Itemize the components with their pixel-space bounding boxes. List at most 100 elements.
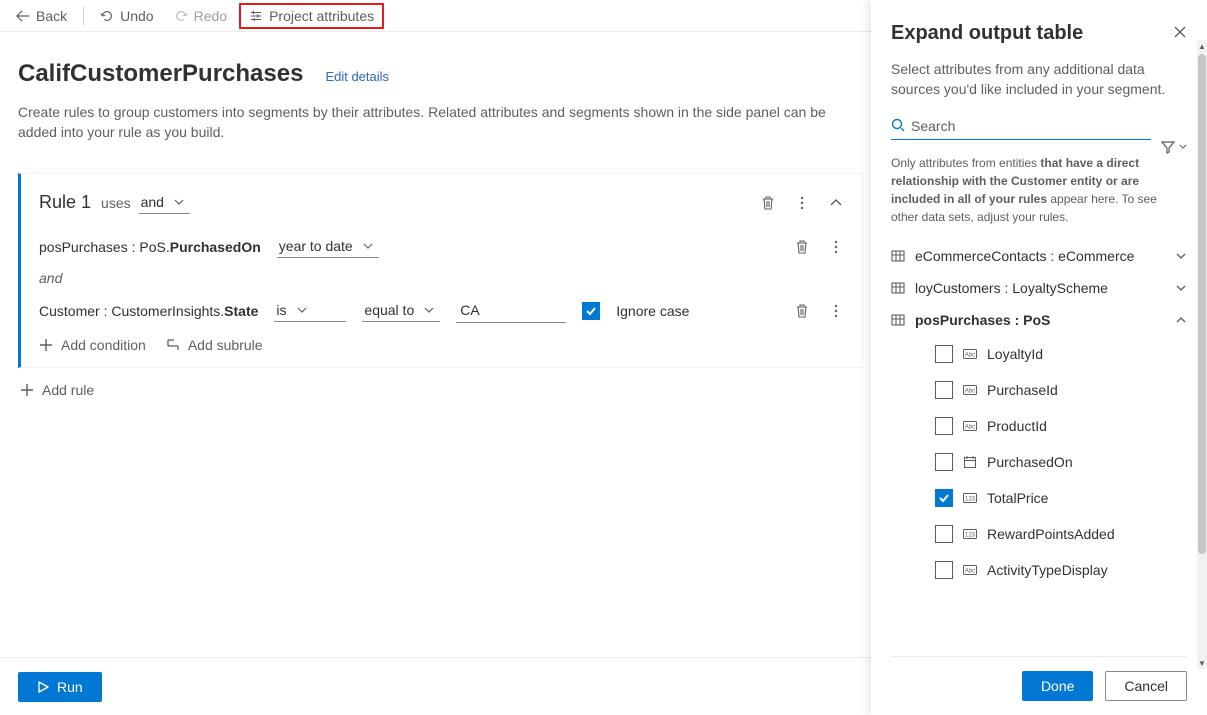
helper-text: Only attributes from entities that have … bbox=[891, 154, 1187, 226]
entity-row[interactable]: loyCustomers : LoyaltyScheme bbox=[891, 272, 1187, 304]
side-panel: Expand output table Select attributes fr… bbox=[871, 0, 1207, 715]
attribute-name: TotalPrice bbox=[987, 490, 1048, 506]
search-input[interactable] bbox=[911, 118, 1151, 134]
date-type-icon bbox=[963, 455, 977, 469]
operator1-select[interactable]: is bbox=[274, 300, 346, 322]
rule-uses-label: uses bbox=[101, 195, 131, 211]
rule-title: Rule 1 bbox=[39, 192, 91, 213]
panel-cancel-button[interactable]: Cancel bbox=[1105, 671, 1187, 701]
field-prefix: posPurchases : PoS. bbox=[39, 239, 170, 255]
chevron-down-icon bbox=[1175, 284, 1187, 292]
close-icon bbox=[1173, 25, 1187, 39]
scroll-down-icon[interactable]: ▼ bbox=[1197, 657, 1207, 669]
condition-operator-select[interactable]: year to date bbox=[277, 236, 379, 258]
run-button[interactable]: Run bbox=[18, 672, 102, 702]
trash-icon bbox=[794, 303, 810, 319]
ignore-case-checkbox[interactable] bbox=[582, 302, 600, 320]
run-label: Run bbox=[57, 679, 83, 695]
entity-row[interactable]: eCommerceContacts : eCommerce bbox=[891, 240, 1187, 272]
add-rule-label: Add rule bbox=[42, 382, 94, 398]
attribute-row[interactable]: AbcPurchaseId bbox=[891, 372, 1187, 408]
svg-text:Abc: Abc bbox=[965, 352, 975, 358]
condition-row: posPurchases : PoS.PurchasedOn year to d… bbox=[39, 236, 844, 258]
svg-text:123: 123 bbox=[965, 496, 976, 502]
attribute-row[interactable]: AbcProductId bbox=[891, 408, 1187, 444]
trash-icon bbox=[760, 195, 776, 211]
delete-rule-button[interactable] bbox=[760, 195, 776, 211]
condition-row: Customer : CustomerInsights.State is equ… bbox=[39, 300, 844, 323]
project-attributes-button[interactable]: Project attributes bbox=[239, 3, 384, 29]
chevron-up-icon bbox=[1175, 316, 1187, 324]
table-icon bbox=[891, 249, 905, 263]
undo-button[interactable]: Undo bbox=[92, 4, 161, 28]
table-icon bbox=[891, 281, 905, 295]
delete-condition-button[interactable] bbox=[794, 303, 810, 319]
sliders-icon bbox=[249, 9, 263, 23]
add-subrule-label: Add subrule bbox=[188, 337, 263, 353]
svg-text:Abc: Abc bbox=[965, 388, 975, 394]
svg-text:Abc: Abc bbox=[965, 424, 975, 430]
separator bbox=[83, 7, 84, 25]
undo-label: Undo bbox=[120, 8, 153, 24]
number-type-icon: 123 bbox=[963, 492, 977, 504]
number-type-icon: 123 bbox=[963, 528, 977, 540]
attribute-row[interactable]: AbcActivityTypeDisplay bbox=[891, 552, 1187, 588]
edit-details-link[interactable]: Edit details bbox=[325, 69, 389, 84]
add-subrule-button[interactable]: Add subrule bbox=[166, 337, 263, 353]
filter-button[interactable] bbox=[1161, 140, 1187, 154]
attribute-row[interactable]: 123RewardPointsAdded bbox=[891, 516, 1187, 552]
attribute-checkbox[interactable] bbox=[935, 453, 953, 471]
chevron-down-icon bbox=[1175, 252, 1187, 260]
attribute-row[interactable]: AbcLoyaltyId bbox=[891, 336, 1187, 372]
condition-value-input[interactable] bbox=[456, 300, 566, 323]
operator-value: year to date bbox=[279, 238, 353, 254]
panel-footer: Done Cancel bbox=[891, 656, 1187, 715]
attribute-row[interactable]: PurchasedOn bbox=[891, 444, 1187, 480]
attribute-checkbox[interactable] bbox=[935, 489, 953, 507]
more-vertical-icon bbox=[828, 303, 844, 319]
undo-icon bbox=[100, 9, 114, 23]
entity-name: posPurchases : PoS bbox=[915, 312, 1165, 328]
rule-combiner-value: and bbox=[141, 194, 164, 210]
attribute-checkbox[interactable] bbox=[935, 525, 953, 543]
page-title: CalifCustomerPurchases bbox=[18, 60, 303, 88]
redo-button[interactable]: Redo bbox=[166, 4, 235, 28]
op1-value: is bbox=[276, 302, 286, 318]
text-type-icon: Abc bbox=[963, 420, 977, 432]
page-description: Create rules to group customers into seg… bbox=[18, 102, 848, 143]
chevron-down-icon bbox=[174, 199, 184, 205]
scroll-up-icon[interactable]: ▲ bbox=[1197, 40, 1207, 52]
attribute-checkbox[interactable] bbox=[935, 381, 953, 399]
back-button[interactable]: Back bbox=[8, 4, 75, 28]
back-label: Back bbox=[36, 8, 67, 24]
search-icon bbox=[891, 118, 905, 135]
panel-close-button[interactable] bbox=[1173, 25, 1187, 42]
plus-icon bbox=[20, 383, 34, 397]
field-name: PurchasedOn bbox=[170, 239, 261, 255]
attribute-checkbox[interactable] bbox=[935, 417, 953, 435]
operator2-select[interactable]: equal to bbox=[362, 300, 440, 322]
attribute-row[interactable]: 123 TotalPrice bbox=[891, 480, 1187, 516]
rule-combiner-select[interactable]: and bbox=[139, 192, 190, 214]
attribute-checkbox[interactable] bbox=[935, 561, 953, 579]
svg-text:Abc: Abc bbox=[965, 568, 975, 574]
scrollbar[interactable]: ▲ ▼ bbox=[1197, 52, 1207, 657]
entity-row[interactable]: posPurchases : PoS bbox=[891, 304, 1187, 336]
plus-icon bbox=[39, 338, 53, 352]
back-arrow-icon bbox=[16, 9, 30, 23]
scrollbar-thumb[interactable] bbox=[1198, 54, 1206, 554]
text-type-icon: Abc bbox=[963, 384, 977, 396]
condition-more-button[interactable] bbox=[828, 303, 844, 319]
collapse-rule-button[interactable] bbox=[828, 195, 844, 211]
delete-condition-button[interactable] bbox=[794, 239, 810, 255]
attribute-checkbox[interactable] bbox=[935, 345, 953, 363]
rule-more-button[interactable] bbox=[794, 195, 810, 211]
done-button[interactable]: Done bbox=[1022, 671, 1093, 701]
add-condition-button[interactable]: Add condition bbox=[39, 337, 146, 353]
panel-description: Select attributes from any additional da… bbox=[891, 59, 1187, 100]
entity-name: loyCustomers : LoyaltyScheme bbox=[915, 280, 1165, 296]
condition-more-button[interactable] bbox=[828, 239, 844, 255]
text-type-icon: Abc bbox=[963, 348, 977, 360]
table-icon bbox=[891, 313, 905, 327]
more-vertical-icon bbox=[828, 239, 844, 255]
